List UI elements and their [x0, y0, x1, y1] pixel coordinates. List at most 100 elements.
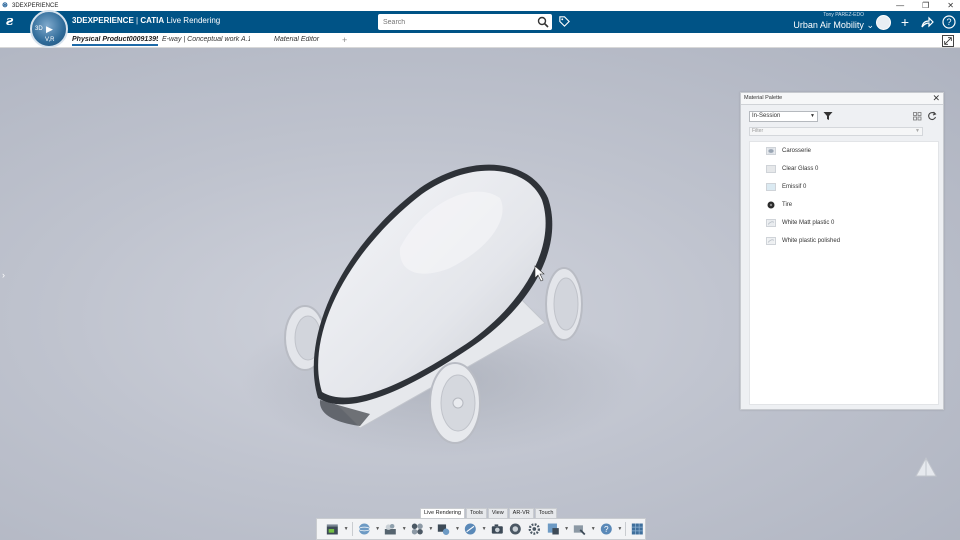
- material-palette-panel: Material Palette ✕ In-Session ▼ Filter ▼…: [740, 92, 944, 410]
- svg-text:?: ?: [946, 17, 951, 27]
- material-item-tire[interactable]: Tire: [766, 200, 792, 210]
- dropdown-arrow-icon[interactable]: ▼: [617, 526, 622, 532]
- close-icon[interactable]: ✕: [932, 93, 940, 104]
- material-item-clear-glass[interactable]: Clear Glass 0: [766, 164, 818, 174]
- help-icon[interactable]: ?: [942, 15, 956, 29]
- material-item-carosserie[interactable]: Carosserie: [766, 146, 811, 156]
- dropdown-arrow-icon[interactable]: ▼: [564, 526, 569, 532]
- scope-value: In-Session: [752, 113, 781, 119]
- filter-dropdown-icon[interactable]: ▼: [915, 128, 920, 135]
- compass-vr-label: V,R: [45, 37, 55, 43]
- camera-icon[interactable]: [490, 521, 505, 537]
- render-to-image-icon[interactable]: [546, 521, 561, 537]
- material-name: White plastic polished: [782, 238, 841, 244]
- material-name: Clear Glass 0: [782, 166, 819, 172]
- toolbar-separator: [625, 522, 627, 536]
- emissive-swatch-icon: [766, 183, 776, 191]
- texture-pattern-icon[interactable]: [630, 521, 645, 537]
- user-block[interactable]: Tony PAREZ-EDO Urban Air Mobility ⌄: [790, 12, 874, 31]
- brand-app: CATIA: [140, 16, 165, 25]
- play-icon[interactable]: ▶: [46, 24, 53, 35]
- material-list: Carosserie Clear Glass 0 Emissif 0 Tire …: [749, 141, 939, 405]
- material-item-white-matt-plastic[interactable]: White Matt plastic 0: [766, 218, 834, 228]
- material-item-white-plastic-polished[interactable]: White plastic polished: [766, 236, 840, 246]
- shaded-sphere-icon: [766, 147, 776, 155]
- film-clapper-icon[interactable]: [325, 521, 340, 537]
- filter-placeholder: Filter: [752, 128, 764, 134]
- dropdown-arrow-icon[interactable]: ▼: [402, 526, 407, 532]
- tab-ar-vr[interactable]: AR-VR: [508, 508, 534, 518]
- filter-input[interactable]: Filter ▼: [749, 127, 923, 136]
- dropdown-arrow-icon[interactable]: ▼: [344, 526, 349, 532]
- minimize-button[interactable]: —: [896, 0, 904, 11]
- rear-right-wheel: [545, 267, 583, 341]
- add-tab-button[interactable]: +: [342, 35, 347, 45]
- search-box[interactable]: [378, 14, 552, 30]
- chevron-down-icon: ⌄: [866, 20, 874, 30]
- tab-touch[interactable]: Touch: [534, 508, 558, 518]
- material-name: Emissif 0: [782, 184, 807, 190]
- scene-setup-icon[interactable]: [436, 521, 451, 537]
- render-ball-icon[interactable]: [508, 521, 523, 537]
- tools-wrench-icon[interactable]: [572, 521, 587, 537]
- close-window-button[interactable]: ✕: [947, 0, 954, 11]
- refresh-icon[interactable]: [927, 111, 937, 121]
- action-bar-tabs: Live Rendering Tools View AR-VR Touch: [420, 508, 558, 518]
- action-toolbar: ▼ ▼ ▼ ▼ ▼ ▼ ▼ ▼ ? ▼: [316, 518, 646, 540]
- app-title: 3DEXPERIENCE | CATIA Live Rendering: [72, 16, 220, 25]
- dropdown-arrow-icon[interactable]: ▼: [455, 526, 460, 532]
- search-input[interactable]: [378, 14, 528, 30]
- tab-live-rendering[interactable]: Live Rendering: [420, 508, 465, 518]
- restore-button[interactable]: ❐: [922, 0, 929, 11]
- material-item-emissif[interactable]: Emissif 0: [766, 182, 806, 192]
- share-icon[interactable]: [920, 15, 934, 29]
- dropdown-arrow-icon[interactable]: ▼: [428, 526, 433, 532]
- scope-dropdown[interactable]: In-Session ▼: [749, 111, 818, 122]
- app-top-bar: ƨ 3DEXPERIENCE | CATIA Live Rendering To…: [0, 11, 960, 33]
- palette-title: Material Palette: [744, 95, 783, 101]
- tab-conceptual-work[interactable]: E-way | Conceptual work A.1: [162, 36, 250, 43]
- palette-header: Material Palette ✕: [741, 93, 943, 105]
- workspace-selector[interactable]: Urban Air Mobility ⌄: [790, 19, 874, 31]
- settings-gear-icon[interactable]: [527, 521, 542, 537]
- dropdown-arrow-icon[interactable]: ▼: [482, 526, 487, 532]
- os-window-title: 3DEXPERIENCE: [12, 2, 59, 9]
- add-icon[interactable]: +: [898, 15, 912, 29]
- tab-tools[interactable]: Tools: [466, 508, 487, 518]
- environment-sphere-icon[interactable]: [357, 521, 372, 537]
- avatar[interactable]: [876, 15, 891, 30]
- filter-icon[interactable]: [823, 111, 833, 121]
- workspace-name: Urban Air Mobility: [793, 20, 864, 30]
- help-circle-icon[interactable]: ?: [599, 521, 614, 537]
- dropdown-arrow-icon[interactable]: ▼: [375, 526, 380, 532]
- dassault-logo-icon[interactable]: ƨ: [6, 14, 24, 30]
- compass-3d-label: 3D: [35, 26, 43, 32]
- material-name: White Matt plastic 0: [782, 220, 835, 226]
- brand-role: Live Rendering: [164, 16, 221, 25]
- dropdown-arrow-icon: ▼: [810, 113, 815, 119]
- material-name: Carosserie: [782, 148, 812, 154]
- front-left-wheel: [429, 362, 481, 444]
- expand-icon[interactable]: [942, 35, 954, 47]
- view-orientation-icon[interactable]: [915, 456, 937, 477]
- tab-physical-product[interactable]: Physical Product00091395: [72, 36, 158, 46]
- os-title-bar: ⊛ 3DEXPERIENCE — ❐ ✕: [0, 0, 960, 11]
- svg-text:?: ?: [604, 525, 609, 534]
- tab-bar: Physical Product00091395 E-way | Concept…: [0, 33, 960, 48]
- plastic-swatch-icon: [766, 219, 776, 227]
- tab-view[interactable]: View: [487, 508, 508, 518]
- grid-view-icon[interactable]: [913, 112, 922, 121]
- compass-widget[interactable]: 3D ▶ V,R: [30, 10, 68, 48]
- tab-material-editor[interactable]: Material Editor: [274, 36, 334, 43]
- user-name: Tony PAREZ-EDO: [823, 12, 864, 18]
- tag-icon[interactable]: [558, 15, 571, 28]
- glass-swatch-icon: [766, 165, 776, 173]
- tire-swatch-icon: [766, 201, 776, 209]
- brand-name: 3DEXPERIENCE: [72, 16, 134, 25]
- search-icon[interactable]: [537, 16, 549, 28]
- spheres-group-icon[interactable]: [410, 521, 425, 537]
- dropdown-arrow-icon[interactable]: ▼: [591, 526, 596, 532]
- light-sphere-icon[interactable]: [463, 521, 478, 537]
- material-library-icon[interactable]: [383, 521, 398, 537]
- material-name: Tire: [782, 202, 793, 208]
